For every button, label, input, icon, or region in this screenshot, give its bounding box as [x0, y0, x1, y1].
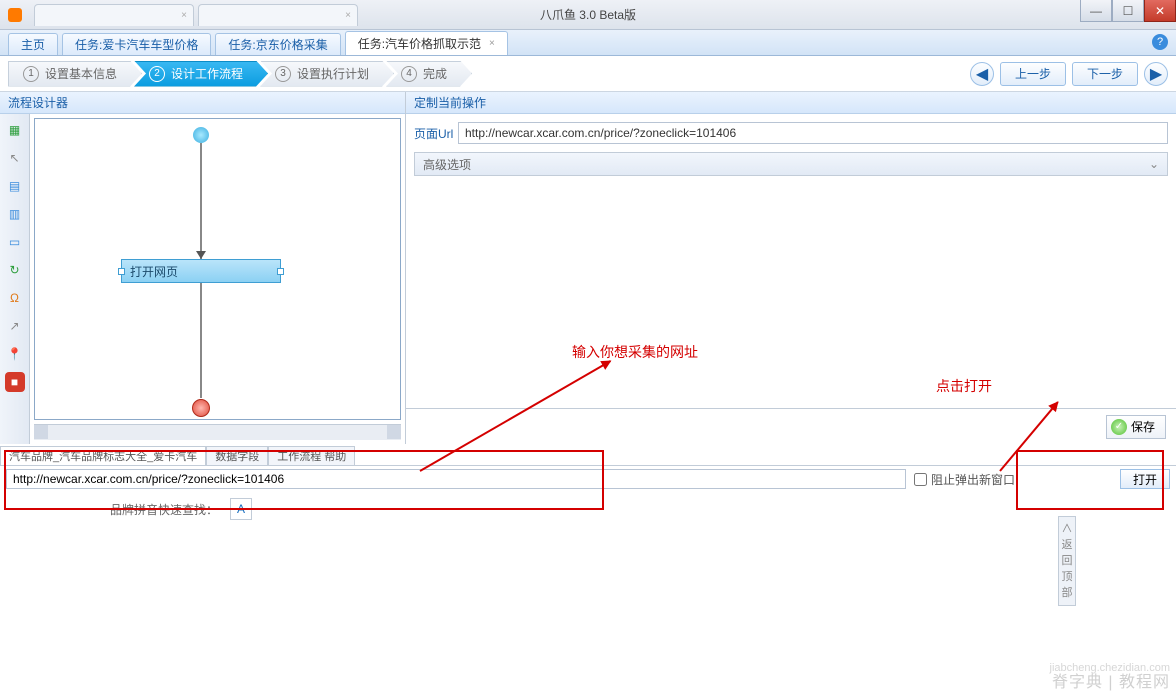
- app-icon: [8, 8, 22, 22]
- lower-tab-workflow-help[interactable]: 工作流程 帮助: [268, 446, 355, 465]
- browser-tab[interactable]: ×: [34, 4, 194, 26]
- open-button[interactable]: 打开: [1120, 469, 1170, 489]
- prev-arrow-icon[interactable]: ◀: [970, 62, 994, 86]
- tool-pin-icon[interactable]: 📍: [5, 344, 25, 364]
- maximize-button[interactable]: ☐: [1112, 0, 1144, 22]
- step-design-workflow[interactable]: 2设计工作流程: [134, 61, 268, 87]
- window-controls: — ☐ ✕: [1080, 0, 1176, 22]
- lower-tab-browser[interactable]: 汽车品牌_汽车品牌标志大全_爱卡汽车: [0, 446, 206, 465]
- watermark-url: jiabcheng.chezidian.com: [1050, 662, 1170, 674]
- tool-add-icon[interactable]: ▦: [5, 120, 25, 140]
- next-arrow-icon[interactable]: ▶: [1144, 62, 1168, 86]
- tool-row-icon[interactable]: ▭: [5, 232, 25, 252]
- advanced-options-toggle[interactable]: 高级选项 ⌄: [414, 152, 1168, 176]
- chevron-down-icon: ⌄: [1149, 157, 1159, 171]
- flow-designer-panel: 流程设计器 ▦ ↖ ▤ ▥ ▭ ↻ Ω ↗ 📍 ■ 打开网页: [0, 92, 406, 444]
- step-basic-info[interactable]: 1设置基本信息: [8, 61, 142, 87]
- tool-stop-icon[interactable]: ■: [5, 372, 25, 392]
- alpha-label: 品牌拼音快速查找：: [110, 501, 218, 518]
- tool-branch-icon[interactable]: Ω: [5, 288, 25, 308]
- flow-canvas[interactable]: 打开网页: [34, 118, 401, 420]
- brand-browse-area: 品牌拼音快速查找： A: [110, 498, 1066, 530]
- annotation-text: 输入你想采集的网址: [572, 342, 698, 362]
- work-area: 流程设计器 ▦ ↖ ▤ ▥ ▭ ↻ Ω ↗ 📍 ■ 打开网页: [0, 92, 1176, 444]
- flow-end-node[interactable]: [192, 399, 210, 417]
- browser-tab-strip: × ×: [34, 4, 358, 26]
- window-titlebar: × × 八爪鱼 3.0 Beta版 — ☐ ✕: [0, 0, 1176, 30]
- annotation-text: 点击打开: [936, 376, 992, 396]
- step-complete[interactable]: 4完成: [386, 61, 472, 87]
- block-popup-checkbox[interactable]: 阻止弹出新窗口: [914, 471, 1015, 488]
- horizontal-scrollbar[interactable]: [34, 424, 401, 440]
- lower-tab-datafields[interactable]: 数据字段: [206, 446, 268, 465]
- prev-button[interactable]: 上一步: [1000, 62, 1066, 86]
- flow-arrow-icon: [196, 251, 206, 259]
- flow-designer-title: 流程设计器: [0, 92, 405, 114]
- close-icon[interactable]: ×: [345, 10, 351, 21]
- flow-node-open-page[interactable]: 打开网页: [121, 259, 281, 283]
- page-url-input[interactable]: [458, 122, 1168, 144]
- save-button[interactable]: ✓ 保存: [1106, 415, 1166, 439]
- help-icon[interactable]: ?: [1152, 34, 1168, 50]
- task-tab-strip: 主页 任务:爱卡汽车车型价格 任务:京东价格采集 任务:汽车价格抓取示范× ?: [0, 30, 1176, 56]
- tool-cursor-icon[interactable]: ↗: [5, 316, 25, 336]
- tab-task[interactable]: 任务:京东价格采集: [215, 33, 340, 55]
- browser-url-input[interactable]: [6, 469, 906, 489]
- back-to-top[interactable]: ∧ 返 回 顶 部: [1058, 516, 1076, 606]
- lower-tab-strip: 汽车品牌_汽车品牌标志大全_爱卡汽车 数据字段 工作流程 帮助: [0, 446, 1176, 466]
- alpha-A[interactable]: A: [230, 498, 252, 520]
- alpha-filter-row: 品牌拼音快速查找： A: [110, 498, 1066, 520]
- operation-panel: 定制当前操作 页面Url 高级选项 ⌄ ✓ 保存: [406, 92, 1176, 444]
- next-button[interactable]: 下一步: [1072, 62, 1138, 86]
- close-icon[interactable]: ×: [489, 38, 495, 49]
- close-button[interactable]: ✕: [1144, 0, 1176, 22]
- url-label: 页面Url: [414, 125, 458, 142]
- tool-pointer-icon[interactable]: ↖: [5, 148, 25, 168]
- check-icon: ✓: [1111, 419, 1127, 435]
- block-popup-input[interactable]: [914, 473, 927, 486]
- tool-refresh-icon[interactable]: ↻: [5, 260, 25, 280]
- tab-home[interactable]: 主页: [8, 33, 58, 55]
- operation-panel-title: 定制当前操作: [406, 92, 1176, 114]
- close-icon[interactable]: ×: [181, 10, 187, 21]
- wizard-step-row: 1设置基本信息 2设计工作流程 3设置执行计划 4完成 ◀ 上一步 下一步 ▶: [0, 56, 1176, 92]
- tool-table-icon[interactable]: ▥: [5, 204, 25, 224]
- browser-tab[interactable]: ×: [198, 4, 358, 26]
- flow-start-node[interactable]: [193, 127, 209, 143]
- tab-task-active[interactable]: 任务:汽车价格抓取示范×: [345, 31, 508, 55]
- step-execution-plan[interactable]: 3设置执行计划: [260, 61, 394, 87]
- tab-task[interactable]: 任务:爱卡汽车车型价格: [62, 33, 211, 55]
- minimize-button[interactable]: —: [1080, 0, 1112, 22]
- tool-grid-icon[interactable]: ▤: [5, 176, 25, 196]
- window-title: 八爪鱼 3.0 Beta版: [540, 6, 636, 23]
- designer-toolstrip: ▦ ↖ ▤ ▥ ▭ ↻ Ω ↗ 📍 ■: [0, 114, 30, 444]
